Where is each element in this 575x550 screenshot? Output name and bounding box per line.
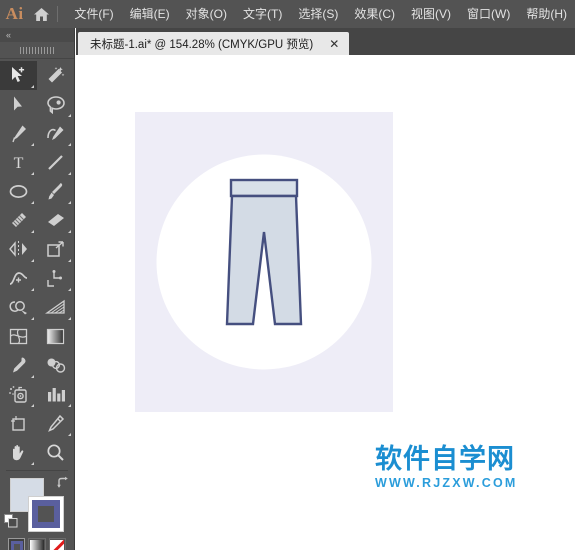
default-fill-stroke-icon[interactable] [4, 514, 18, 528]
collapse-panel-button[interactable]: « [0, 28, 74, 42]
tool-corner-indicator [68, 230, 71, 233]
tool-grid: T [0, 59, 74, 467]
tool-paintbrush[interactable] [37, 177, 74, 206]
pants-illustration[interactable] [135, 112, 393, 412]
tool-line-segment[interactable] [37, 148, 74, 177]
stroke-swatch-ring [32, 500, 60, 528]
none-mode-button[interactable] [48, 538, 66, 550]
color-mode-button[interactable] [8, 538, 26, 550]
tool-symbol-sprayer[interactable] [0, 380, 37, 409]
tool-corner-indicator [31, 375, 34, 378]
menu-item-help[interactable]: 帮助(H) [518, 3, 575, 25]
tool-curvature[interactable] [37, 119, 74, 148]
tool-selection-plus[interactable] [0, 61, 37, 90]
artboard [135, 112, 393, 412]
menu-bar: Ai 文件(F) 编辑(E) 对象(O) 文字(T) 选择(S) 效果(C) 视… [0, 0, 575, 28]
tool-corner-indicator [68, 259, 71, 262]
none-mode-icon [50, 540, 65, 550]
tool-corner-indicator [68, 433, 71, 436]
tool-corner-indicator [68, 404, 71, 407]
paint-mode-row [0, 536, 74, 550]
toolbar-divider [6, 470, 68, 471]
gradient-mode-button[interactable] [28, 538, 46, 550]
tool-blend[interactable] [37, 351, 74, 380]
tools-panel: « T [0, 28, 75, 550]
tool-eyedropper[interactable] [0, 351, 37, 380]
tool-lasso[interactable] [37, 90, 74, 119]
tool-corner-indicator [31, 172, 34, 175]
tool-magic-wand[interactable] [37, 61, 74, 90]
menu-item-effect[interactable]: 效果(C) [346, 3, 403, 25]
close-icon[interactable]: ✕ [325, 36, 343, 52]
tool-corner-indicator [68, 114, 71, 117]
tool-direct-selection[interactable] [0, 90, 37, 119]
tool-scale[interactable] [37, 235, 74, 264]
grip-dots-icon [20, 46, 54, 54]
tool-rotate[interactable] [0, 235, 37, 264]
tool-corner-indicator [31, 462, 34, 465]
tool-gradient[interactable] [37, 322, 74, 351]
tool-shape-builder[interactable] [0, 293, 37, 322]
tool-corner-indicator [31, 143, 34, 146]
tool-corner-indicator [68, 172, 71, 175]
gradient-mode-icon [29, 540, 44, 550]
tool-corner-indicator [31, 201, 34, 204]
svg-text:T: T [14, 155, 24, 172]
tool-corner-indicator [31, 317, 34, 320]
tool-width[interactable] [0, 264, 37, 293]
tool-mesh[interactable] [0, 322, 37, 351]
tool-ellipse[interactable] [0, 177, 37, 206]
menu-item-view[interactable]: 视图(V) [403, 3, 459, 25]
menu-item-select[interactable]: 选择(S) [290, 3, 346, 25]
menu-item-edit[interactable]: 编辑(E) [122, 3, 178, 25]
tool-type[interactable]: T [0, 148, 37, 177]
tool-hand[interactable] [0, 438, 37, 467]
stroke-swatch[interactable] [28, 496, 64, 532]
tool-zoom[interactable] [37, 438, 74, 467]
watermark-title: 软件自学网 [375, 444, 515, 475]
watermark: 软件自学网 WWW.RJZXW.COM [375, 444, 518, 491]
panel-drag-handle[interactable] [0, 42, 74, 59]
menu-divider [57, 6, 59, 22]
tool-corner-indicator [68, 143, 71, 146]
tool-slice[interactable] [37, 409, 74, 438]
menu-item-list: 文件(F) 编辑(E) 对象(O) 文字(T) 选择(S) 效果(C) 视图(V… [66, 3, 575, 25]
tool-corner-indicator [68, 201, 71, 204]
menu-item-window[interactable]: 窗口(W) [459, 3, 518, 25]
tool-shaper[interactable] [0, 206, 37, 235]
tool-perspective-grid[interactable] [37, 293, 74, 322]
home-icon[interactable] [29, 7, 53, 22]
tool-artboard[interactable] [0, 409, 37, 438]
menu-item-type[interactable]: 文字(T) [235, 3, 290, 25]
tool-corner-indicator [31, 259, 34, 262]
tool-corner-indicator [31, 85, 34, 88]
document-canvas[interactable]: 软件自学网 WWW.RJZXW.COM [76, 55, 575, 550]
illustrator-window: Ai 文件(F) 编辑(E) 对象(O) 文字(T) 选择(S) 效果(C) 视… [0, 0, 575, 550]
tool-pen[interactable] [0, 119, 37, 148]
tool-corner-indicator [31, 404, 34, 407]
document-tab[interactable]: 未标题-1.ai* @ 154.28% (CMYK/GPU 预览) ✕ [78, 32, 350, 55]
menu-item-file[interactable]: 文件(F) [66, 3, 121, 25]
document-tab-title: 未标题-1.ai* @ 154.28% (CMYK/GPU 预览) [90, 38, 314, 51]
swap-fill-stroke-icon[interactable] [56, 476, 70, 490]
tool-corner-indicator [68, 317, 71, 320]
fill-stroke-swatches [0, 474, 74, 536]
tool-column-graph[interactable] [37, 380, 74, 409]
app-logo: Ai [5, 4, 24, 23]
document-tab-bar: 未标题-1.ai* @ 154.28% (CMYK/GPU 预览) ✕ [76, 28, 575, 55]
tool-corner-indicator [31, 230, 34, 233]
tool-free-transform[interactable] [37, 264, 74, 293]
color-mode-icon [10, 541, 23, 550]
tool-eraser[interactable] [37, 206, 74, 235]
tool-corner-indicator [68, 288, 71, 291]
watermark-url: WWW.RJZXW.COM [375, 476, 518, 490]
tool-corner-indicator [31, 288, 34, 291]
menu-item-object[interactable]: 对象(O) [178, 3, 235, 25]
